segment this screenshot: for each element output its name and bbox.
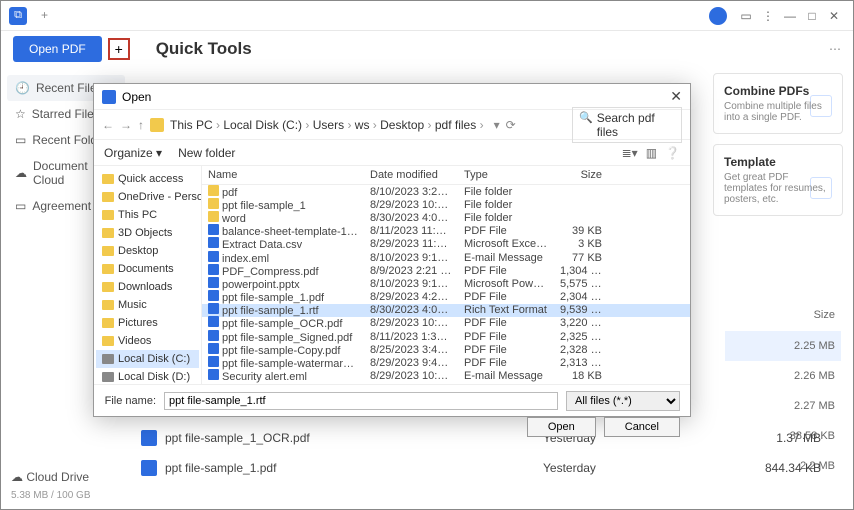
dialog-sidebar: Quick accessOneDrive - PersonalThis PC3D… <box>94 166 202 384</box>
open-dialog: Open ✕ ← → ↑ This PC › Local Disk (C:) ›… <box>93 83 691 417</box>
new-tab-icon[interactable]: + <box>41 8 57 24</box>
chat-icon[interactable]: ▭ <box>735 9 757 23</box>
filter-select[interactable]: All files (*.*) <box>566 391 680 411</box>
more-icon[interactable]: ⋯ <box>829 42 841 56</box>
list-item[interactable]: 2.25 MB <box>725 331 841 361</box>
tree-item[interactable]: 3D Objects <box>96 224 199 242</box>
preview-icon[interactable]: ▥ <box>646 146 657 160</box>
tree-item[interactable]: Local Disk (D:) <box>96 368 199 384</box>
tree-item[interactable]: Quick access <box>96 170 199 188</box>
filename-input[interactable] <box>164 392 558 410</box>
tree-item[interactable]: Pictures <box>96 314 199 332</box>
cloud-drive-link[interactable]: ☁ Cloud Drive <box>11 470 121 484</box>
back-icon[interactable]: ← <box>102 118 114 132</box>
tree-item[interactable]: Music <box>96 296 199 314</box>
template-card[interactable]: Template Get great PDF templates for res… <box>713 144 843 216</box>
open-pdf-button[interactable]: Open PDF <box>13 36 102 62</box>
organize-menu[interactable]: Organize ▾ <box>104 146 162 160</box>
list-item[interactable]: 2.27 MB <box>725 391 835 421</box>
search-input[interactable]: 🔍 Search pdf files <box>572 107 682 143</box>
dialog-logo <box>102 90 116 104</box>
tree-item[interactable]: OneDrive - Personal <box>96 188 199 206</box>
cancel-button[interactable]: Cancel <box>604 417 680 437</box>
close-button[interactable]: ✕ <box>823 9 845 23</box>
tree-item[interactable]: Local Disk (C:) <box>96 350 199 368</box>
recent-file-row[interactable]: ppt file-sample_1.pdfYesterday844.34 KB <box>141 453 821 483</box>
app-logo: ⧉ <box>9 7 27 25</box>
column-headers[interactable]: Name Date modified Type Size <box>202 166 690 185</box>
maximize-button[interactable]: □ <box>801 9 823 23</box>
file-row[interactable]: Security alert.eml8/29/2023 10:20 AME-ma… <box>202 370 690 383</box>
help-icon[interactable]: ❔ <box>665 146 680 160</box>
list-item[interactable]: 2.26 MB <box>725 361 835 391</box>
storage-usage: 5.38 MB / 100 GB <box>11 490 121 501</box>
avatar[interactable] <box>709 7 727 25</box>
menu-icon[interactable]: ⋮ <box>757 9 779 23</box>
new-folder-button[interactable]: New folder <box>178 146 235 160</box>
folder-icon <box>150 118 164 132</box>
tree-item[interactable]: Downloads <box>96 278 199 296</box>
breadcrumb[interactable]: ← → ↑ This PC › Local Disk (C:) › Users … <box>94 110 690 140</box>
combine-card[interactable]: Combine PDFs Combine multiple files into… <box>713 73 843 134</box>
filename-label: File name: <box>104 395 156 407</box>
forward-icon[interactable]: → <box>120 118 132 132</box>
add-button[interactable]: + <box>108 38 130 60</box>
dialog-close-icon[interactable]: ✕ <box>670 88 682 105</box>
open-button[interactable]: Open <box>527 417 596 437</box>
size-column: Size <box>745 309 835 321</box>
tree-item[interactable]: Documents <box>96 260 199 278</box>
page-title: Quick Tools <box>156 39 252 59</box>
dialog-title: Open <box>122 90 151 104</box>
minimize-button[interactable]: — <box>779 9 801 23</box>
refresh-icon[interactable]: ⟳ <box>506 118 516 132</box>
tree-item[interactable]: Videos <box>96 332 199 350</box>
tree-item[interactable]: Desktop <box>96 242 199 260</box>
tree-item[interactable]: This PC <box>96 206 199 224</box>
up-icon[interactable]: ↑ <box>138 118 144 132</box>
view-icon[interactable]: ≣▾ <box>622 146 638 160</box>
